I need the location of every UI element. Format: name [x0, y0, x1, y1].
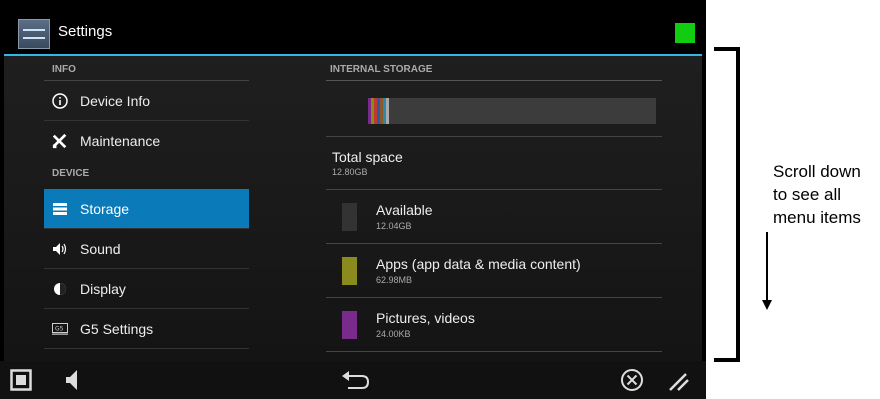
menu-item-label: Maintenance	[80, 133, 161, 149]
window-title: Settings	[58, 23, 113, 40]
close-icon	[621, 369, 643, 391]
menu-item-maintenance[interactable]: Maintenance	[44, 121, 249, 161]
annotation-line: menu items	[773, 208, 861, 227]
storage-category-apps[interactable]: Apps (app data & media content) 62.98MB	[326, 244, 662, 298]
internal-storage-header: INTERNAL STORAGE	[326, 56, 662, 81]
annotation-line: to see all	[773, 185, 842, 204]
wrench-screwdriver-icon	[52, 133, 68, 149]
annotation-line: Scroll down	[773, 162, 861, 181]
speaker-icon	[52, 241, 68, 257]
bar-segment-gray	[386, 98, 389, 124]
volume-button[interactable]	[64, 368, 80, 392]
menu-item-device-info[interactable]: Device Info	[44, 81, 249, 121]
category-value: 24.00KB	[376, 329, 411, 339]
category-value: 62.98MB	[376, 275, 413, 285]
category-label: Apps (app data & media content)	[376, 256, 581, 272]
navigation-bar	[0, 361, 706, 399]
menu-item-g5-settings[interactable]: G5 G5 Settings	[44, 309, 249, 349]
info-icon	[52, 92, 68, 109]
back-button[interactable]	[340, 370, 370, 390]
home-button[interactable]	[10, 369, 32, 391]
storage-panel: INTERNAL STORAGE Total space 12.80GB Ava…	[326, 56, 662, 352]
menu-item-storage[interactable]: Storage	[44, 189, 249, 229]
title-bar: Settings	[4, 9, 702, 56]
settings-app-icon	[18, 19, 50, 49]
category-label: Pictures, videos	[376, 310, 475, 326]
info-section-header: INFO	[44, 56, 249, 81]
back-arrow-icon	[342, 371, 370, 389]
storage-icon	[52, 201, 68, 217]
settings-menu: INFO Device Info Maintenance DEVICE Stor…	[44, 56, 249, 349]
total-space-value: 12.80GB	[332, 167, 368, 177]
square-icon	[10, 369, 32, 391]
menu-item-sound[interactable]: Sound	[44, 229, 249, 269]
down-arrow-icon	[762, 232, 772, 310]
g5-settings-icon: G5	[52, 321, 68, 337]
device-screen: Settings INFO Device Info Maintenance DE…	[0, 0, 706, 399]
total-space-row: Total space 12.80GB	[326, 137, 662, 190]
menu-item-label: Sound	[80, 240, 121, 257]
apps-color-swatch	[342, 257, 357, 285]
scroll-region-bracket	[714, 47, 740, 362]
storage-category-pictures[interactable]: Pictures, videos 24.00KB	[326, 298, 662, 352]
speaker-icon	[66, 370, 77, 390]
menu-item-label: Storage	[80, 200, 130, 217]
available-color-swatch	[342, 203, 357, 231]
category-value: 12.04GB	[376, 221, 412, 231]
status-indicator-icon	[675, 23, 695, 43]
device-section-header: DEVICE	[52, 168, 90, 179]
menu-item-label: Display	[80, 280, 126, 297]
total-space-label: Total space	[332, 149, 403, 165]
menu-item-label: G5 Settings	[80, 320, 154, 337]
scroll-annotation: Scroll down to see all menu items	[773, 160, 861, 229]
close-button[interactable]	[620, 368, 644, 392]
settings-content: INFO Device Info Maintenance DEVICE Stor…	[4, 56, 702, 361]
category-label: Available	[376, 202, 433, 218]
storage-usage-bar	[368, 98, 656, 124]
brightness-icon	[52, 281, 68, 297]
svg-text:G5: G5	[55, 325, 64, 332]
menu-item-display[interactable]: Display	[44, 269, 249, 309]
resize-icon	[669, 373, 689, 391]
menu-item-label: Device Info	[80, 92, 151, 109]
resize-handle[interactable]	[668, 370, 690, 392]
storage-usage-bar-row	[326, 81, 662, 137]
storage-category-available[interactable]: Available 12.04GB	[326, 190, 662, 244]
pictures-color-swatch	[342, 311, 357, 339]
